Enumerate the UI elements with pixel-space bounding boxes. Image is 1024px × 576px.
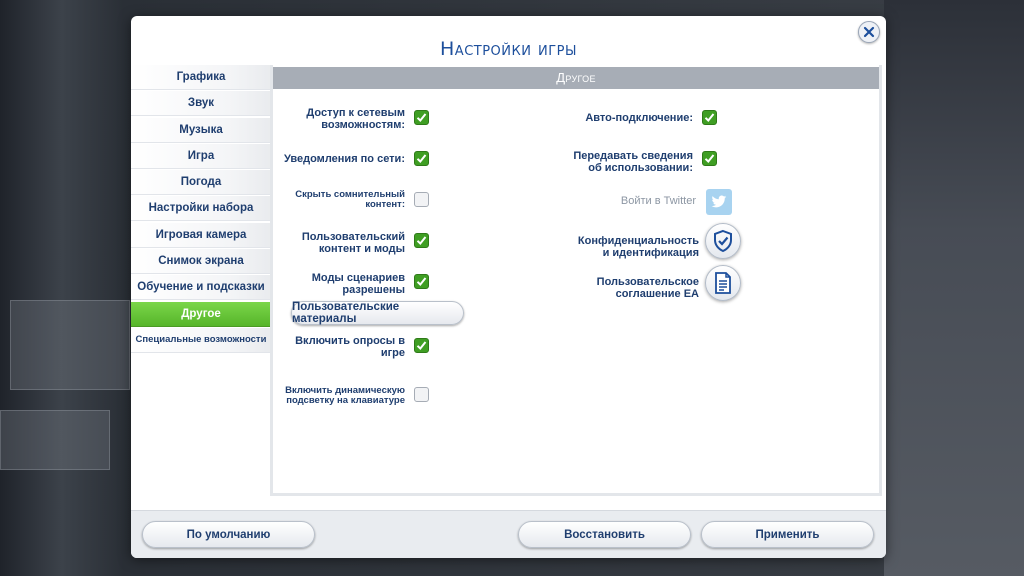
close-icon bbox=[863, 23, 875, 42]
background-tile bbox=[10, 300, 130, 390]
sidebar-item-camera[interactable]: Игровая камера bbox=[131, 222, 271, 248]
apply-button[interactable]: Применить bbox=[701, 521, 874, 548]
label-line: контент: bbox=[365, 199, 405, 210]
label-line: игре bbox=[380, 347, 405, 359]
checkmark-icon bbox=[416, 113, 427, 122]
sidebar-item-graphics[interactable]: Графика bbox=[131, 65, 271, 90]
option-label-script-mods: Моды сценариев разрешены bbox=[312, 272, 405, 296]
label-line: соглашение EA bbox=[615, 288, 699, 300]
close-button[interactable] bbox=[858, 21, 880, 43]
checkbox-keyboard-lighting[interactable] bbox=[414, 387, 429, 402]
sidebar-item-game[interactable]: Игра bbox=[131, 143, 271, 169]
restore-button[interactable]: Восстановить bbox=[518, 521, 691, 548]
option-label-ea-agreement: Пользовательское соглашение EA bbox=[597, 276, 699, 300]
option-label-online-notifications: Уведомления по сети: bbox=[284, 153, 405, 165]
option-label-twitter: Войти в Twitter bbox=[621, 195, 696, 207]
label-line: Конфиденциальность bbox=[577, 235, 699, 247]
checkmark-icon bbox=[416, 341, 427, 350]
checkbox-surveys[interactable] bbox=[414, 338, 429, 353]
label-line: контент и моды bbox=[318, 243, 405, 255]
checkmark-icon bbox=[704, 154, 715, 163]
privacy-button[interactable] bbox=[705, 223, 741, 259]
sidebar-item-sound[interactable]: Звук bbox=[131, 91, 271, 117]
sidebar-item-accessibility[interactable]: Специальные возможности bbox=[131, 327, 271, 353]
sidebar-item-screenshot[interactable]: Снимок экрана bbox=[131, 249, 271, 275]
option-label-hide-content: Скрыть сомнительный контент: bbox=[295, 190, 405, 210]
label-line: Авто-подключение: bbox=[585, 112, 693, 124]
option-label-online-access: Доступ к сетевым возможностям: bbox=[306, 107, 405, 131]
checkbox-script-mods[interactable] bbox=[414, 274, 429, 289]
sidebar-item-music[interactable]: Музыка bbox=[131, 117, 271, 143]
option-label-auto-connect: Авто-подключение: bbox=[585, 112, 693, 124]
option-label-privacy: Конфиденциальность и идентификация bbox=[578, 235, 699, 259]
label-line: Уведомления по сети: bbox=[283, 153, 405, 165]
settings-sidebar: Графика Звук Музыка Игра Погода Настройк… bbox=[131, 65, 271, 354]
label-line: Доступ к сетевым bbox=[306, 107, 405, 119]
dialog-title: Настройки игры bbox=[440, 38, 577, 60]
label-line: и идентификация bbox=[602, 247, 699, 259]
panel-header: Другое bbox=[273, 67, 879, 89]
custom-content-button[interactable]: Пользовательские материалы bbox=[291, 301, 464, 325]
checkbox-hide-content[interactable] bbox=[414, 192, 429, 207]
checkmark-icon bbox=[704, 113, 715, 122]
option-label-custom-content: Пользовательский контент и моды bbox=[302, 231, 405, 255]
checkbox-online-notifications[interactable] bbox=[414, 151, 429, 166]
label-line: возможностям: bbox=[321, 119, 405, 131]
label-line: разрешены bbox=[342, 284, 405, 296]
label-line: Моды сценариев bbox=[311, 272, 405, 284]
option-label-keyboard-lighting: Включить динамическую подсветку на клави… bbox=[285, 386, 405, 406]
label-line: Войти в Twitter bbox=[620, 195, 696, 207]
game-settings-dialog: Настройки игры Графика Звук Музыка Игра … bbox=[131, 16, 886, 558]
ea-agreement-button[interactable] bbox=[705, 265, 741, 301]
checkbox-share-usage[interactable] bbox=[702, 151, 717, 166]
option-label-surveys: Включить опросы в игре bbox=[295, 335, 405, 359]
option-label-share-usage: Передавать сведения об использовании: bbox=[573, 150, 693, 174]
sidebar-item-other[interactable]: Другое bbox=[131, 301, 271, 327]
checkbox-custom-content[interactable] bbox=[414, 233, 429, 248]
label-line: Включить опросы в bbox=[295, 335, 405, 347]
shield-check-icon bbox=[714, 229, 732, 253]
twitter-login-button[interactable] bbox=[706, 189, 732, 215]
sidebar-item-tutorial[interactable]: Обучение и подсказки bbox=[131, 275, 271, 301]
other-settings-panel: Другое Доступ к сетевым возможностям: Ув… bbox=[270, 65, 882, 496]
sidebar-item-weather[interactable]: Погода bbox=[131, 170, 271, 196]
label-line: об использовании: bbox=[588, 162, 693, 174]
checkbox-online-access[interactable] bbox=[414, 110, 429, 125]
twitter-bird-icon bbox=[711, 195, 727, 208]
background-right-wall bbox=[884, 0, 1024, 576]
checkmark-icon bbox=[416, 236, 427, 245]
label-line: Пользовательское bbox=[596, 276, 699, 288]
document-icon bbox=[715, 272, 731, 294]
background-tile bbox=[0, 410, 110, 470]
checkmark-icon bbox=[416, 154, 427, 163]
checkmark-icon bbox=[416, 277, 427, 286]
checkbox-auto-connect[interactable] bbox=[702, 110, 717, 125]
label-line: подсветку на клавиатуре bbox=[286, 395, 405, 406]
default-button[interactable]: По умолчанию bbox=[142, 521, 315, 548]
label-line: Передавать сведения bbox=[573, 150, 693, 162]
sidebar-item-build-settings[interactable]: Настройки набора bbox=[131, 196, 271, 222]
label-line: Пользовательский bbox=[301, 231, 405, 243]
